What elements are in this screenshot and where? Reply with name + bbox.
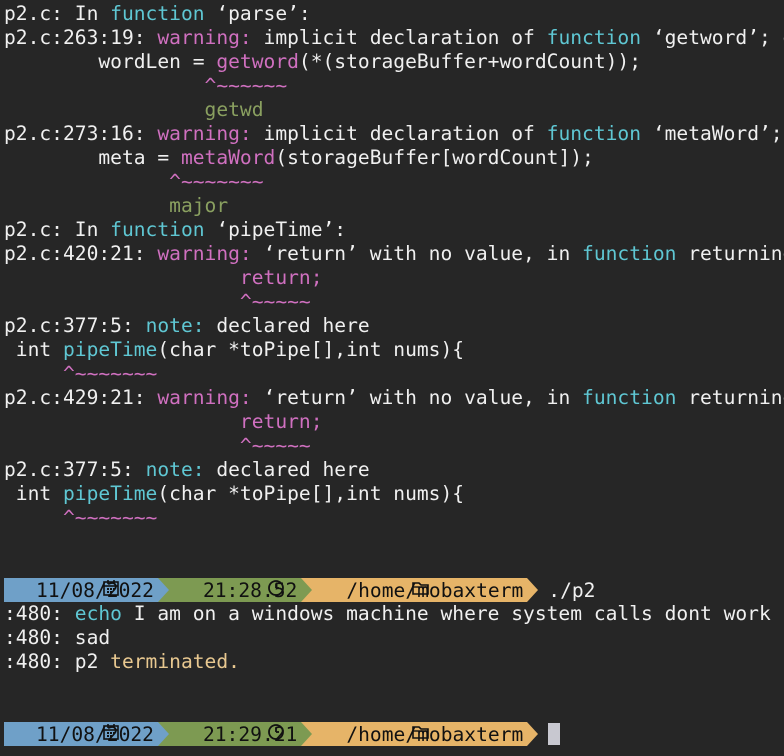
clock-icon	[173, 700, 285, 756]
prompt-time-segment: 21:29.21	[168, 722, 302, 746]
compiler-note-line: p2.c:377:5: note: declared here	[4, 314, 370, 337]
output-line: :480: p2 terminated.	[4, 650, 240, 673]
prompt-date: 11/08/2022	[36, 578, 154, 602]
prompt-time: 21:29.21	[202, 722, 298, 746]
output-line: :480: sad	[4, 626, 111, 649]
compiler-warning-line: p2.c:420:21: warning: ‘return’ with no v…	[4, 242, 784, 265]
command-text: ./p2	[548, 578, 596, 602]
prompt-path: /home/mobaxterm	[346, 722, 524, 746]
shell-prompt: 11/08/2022 21:29.21 /home/mobaxterm	[4, 722, 561, 746]
source-line: wordLen = getword(*(storageBuffer+wordCo…	[4, 50, 642, 73]
suggestion-line: getwd	[4, 98, 264, 121]
caret-line: ^~~~~~~~	[4, 506, 158, 529]
source-line: meta = metaWord(storageBuffer[wordCount]…	[4, 146, 594, 169]
folder-icon	[316, 700, 429, 756]
prompt-path: /home/mobaxterm	[346, 578, 524, 602]
prompt-separator	[157, 722, 169, 746]
calendar-icon	[8, 700, 120, 756]
prompt-date-segment: 11/08/2022	[4, 578, 158, 602]
shell-prompt: 11/08/2022 21:28.52 /home/mobaxterm ./p2	[4, 578, 595, 602]
source-line: return;	[4, 410, 323, 433]
prompt-date: 11/08/2022	[36, 722, 154, 746]
caret-line: ^~~~~~	[4, 290, 311, 313]
prompt-date-segment: 11/08/2022	[4, 722, 158, 746]
output-line: :480: echo I am on a windows machine whe…	[4, 602, 771, 625]
suggestion-line: major	[4, 194, 229, 217]
terminal-window[interactable]: p2.c: In function ‘parse’: p2.c:263:19: …	[0, 0, 784, 756]
compiler-line: p2.c: In function ‘pipeTime’:	[4, 218, 347, 241]
compiler-note-line: p2.c:377:5: note: declared here	[4, 458, 370, 481]
compiler-line: p2.c: In function ‘parse’:	[4, 2, 311, 25]
caret-line: ^~~~~~~~	[4, 362, 158, 385]
prompt-path-segment: /home/mobaxterm	[312, 722, 528, 746]
compiler-warning-line: p2.c:263:19: warning: implicit declarati…	[4, 26, 784, 49]
caret-line: ^~~~~~~~	[4, 170, 264, 193]
compiler-warning-line: p2.c:429:21: warning: ‘return’ with no v…	[4, 386, 784, 409]
prompt-separator	[301, 578, 313, 602]
prompt-separator	[157, 578, 169, 602]
prompt-path-segment: /home/mobaxterm	[312, 578, 528, 602]
prompt-separator	[527, 578, 539, 602]
compiler-warning-line: p2.c:273:16: warning: implicit declarati…	[4, 122, 783, 145]
prompt-time-segment: 21:28.52	[168, 578, 302, 602]
caret-line: ^~~~~~~	[4, 74, 288, 97]
prompt-separator	[527, 722, 539, 746]
source-line: int pipeTime(char *toPipe[],int nums){	[4, 338, 465, 361]
source-line: return;	[4, 266, 323, 289]
terminal-cursor[interactable]	[548, 723, 561, 745]
source-line: int pipeTime(char *toPipe[],int nums){	[4, 482, 465, 505]
caret-line: ^~~~~~	[4, 434, 311, 457]
prompt-separator	[301, 722, 313, 746]
prompt-time: 21:28.52	[202, 578, 298, 602]
